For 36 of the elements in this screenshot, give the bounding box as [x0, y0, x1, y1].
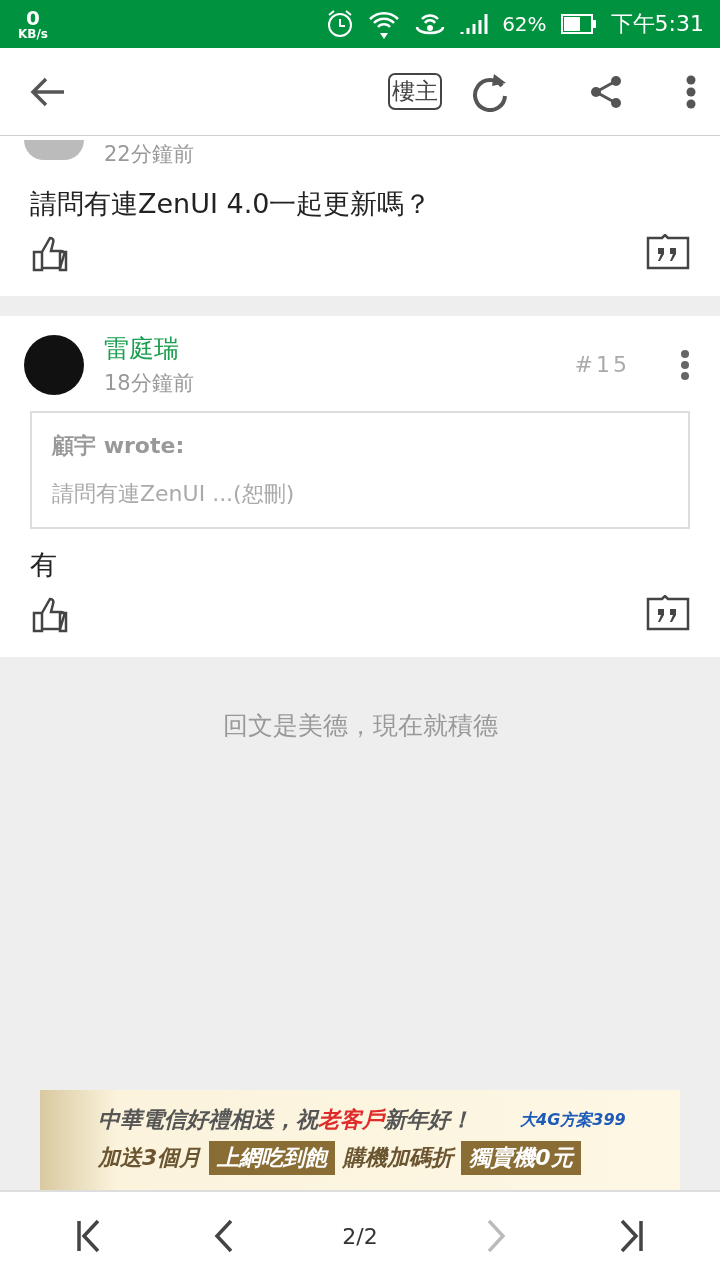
op-only-button[interactable]: 樓主	[388, 73, 442, 110]
ad-badge: 上網吃到飽	[209, 1141, 336, 1175]
back-button[interactable]	[30, 76, 66, 107]
battery-percent: 62%	[502, 12, 547, 36]
thumbs-up-icon[interactable]	[30, 595, 70, 635]
floor-number: #15	[574, 352, 630, 377]
ad-badge: 獨賣機0元	[461, 1141, 581, 1175]
ad-text: 加送3個月	[98, 1144, 202, 1172]
thumbs-up-icon[interactable]	[30, 234, 70, 274]
page-indicator: 2/2	[342, 1223, 378, 1249]
post-body: 請問有連ZenUI 4.0一起更新嗎？	[30, 187, 433, 221]
signal-icon	[460, 12, 489, 36]
wifi-icon	[368, 9, 401, 39]
ad-headline: 中華電信好禮相送，祝老客戶新年好！	[98, 1106, 472, 1134]
reply-prompt: 回文是美德，現在就積德	[222, 710, 498, 742]
network-speed: 0	[26, 8, 40, 28]
quote-author: 顧宇 wrote:	[52, 432, 186, 460]
ad-banner[interactable]: 中華電信好禮相送，祝老客戶新年好！ 大4G方案399 加送3個月 上網吃到飽 購機加碼折 獨賣機0元	[40, 1090, 680, 1190]
post-time: 22分鐘前	[104, 141, 195, 168]
ad-logo: 大4G方案399	[520, 1109, 626, 1131]
avatar	[24, 140, 84, 160]
author-name[interactable]: 雷庭瑞	[104, 332, 555, 365]
clock: 下午5:31	[610, 10, 704, 38]
post-menu-button[interactable]	[680, 349, 690, 380]
quote-icon[interactable]	[646, 595, 690, 631]
alarm-icon	[326, 9, 355, 39]
post-time: 18分鐘前	[104, 370, 195, 397]
quote-text: 請問有連ZenUI ...(恕刪)	[52, 480, 296, 508]
more-button[interactable]	[686, 74, 696, 109]
battery-icon	[560, 13, 597, 35]
share-button[interactable]	[590, 74, 622, 109]
post-body: 有	[30, 548, 58, 582]
speed-unit: KB/s	[18, 28, 48, 40]
ad-text: 購機加碼折	[343, 1144, 454, 1172]
refresh-button[interactable]	[472, 71, 510, 112]
quote-icon[interactable]	[646, 234, 690, 270]
